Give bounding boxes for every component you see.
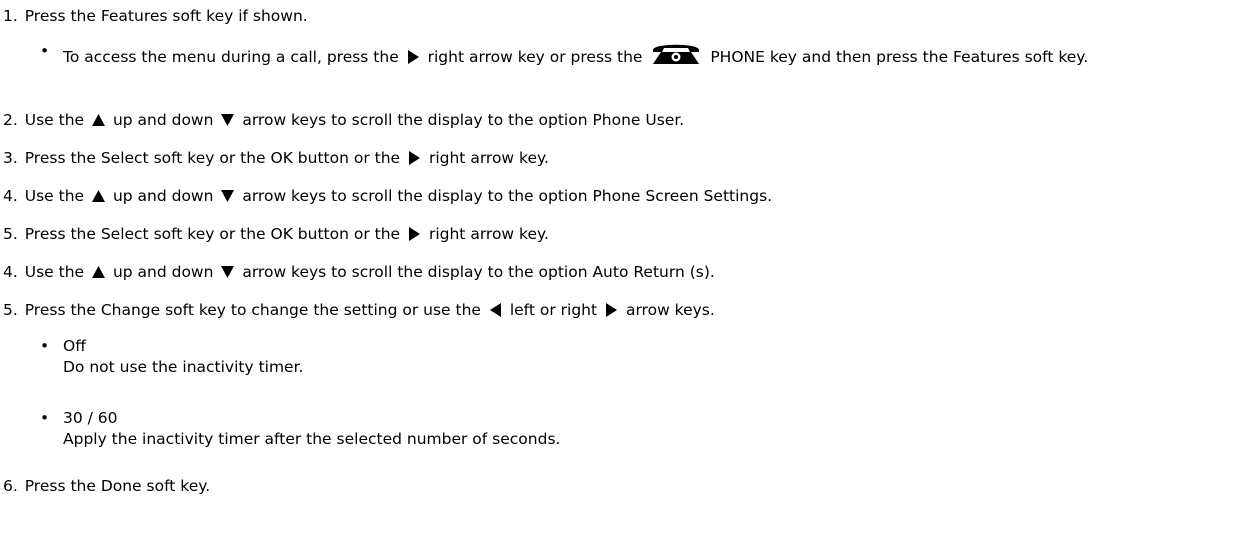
phone-key-icon [653,44,700,64]
step-number: 5. [3,301,18,319]
step-text: Press the Change soft key to change the … [24,301,481,319]
step-text: Press the Features soft key if shown. [24,7,308,25]
option-label: 30 / 60 [63,409,118,427]
step-text: Use the [24,263,85,281]
step-text: up and down [112,187,214,205]
step-number: 5. [3,225,18,243]
step-number: 3. [3,149,18,167]
step-text: arrow keys to scroll the display to the … [242,187,773,205]
step-5b: 5. Press the Change soft key to change t… [3,300,1233,320]
option-description: Do not use the inactivity timer. [63,358,304,376]
up-arrow-key-icon [92,266,105,278]
step-number: 4. [3,187,18,205]
up-arrow-key-icon [92,114,105,126]
step-number: 4. [3,263,18,281]
step-5: 5. Press the Select soft key or the OK b… [3,224,1233,244]
step-text: arrow keys. [625,301,715,319]
step-text: Press the Select soft key or the OK butt… [24,149,401,167]
step-number: 6. [3,477,18,495]
left-arrow-key-icon [489,303,501,317]
right-arrow-key-icon [409,227,421,241]
step-4b: 4. Use the up and down arrow keys to scr… [3,262,1233,282]
step-text: left or right [509,301,598,319]
right-arrow-key-icon [407,50,419,64]
bullet-dot: • [40,409,50,427]
bullet-text: To access the menu during a call, press … [63,48,399,66]
option-label: Off [63,337,86,355]
option-30-60: • 30 / 60 Apply the inactivity timer aft… [40,408,1233,450]
down-arrow-key-icon [221,190,235,202]
right-arrow-key-icon [409,151,421,165]
step-text: arrow keys to scroll the display to the … [242,111,685,129]
step-4: 4. Use the up and down arrow keys to scr… [3,186,1233,206]
step-number: 2. [3,111,18,129]
step-text: Use the [24,187,85,205]
down-arrow-key-icon [221,266,235,278]
step-text: right arrow key. [428,149,549,167]
bullet-dot: • [40,42,50,60]
right-arrow-key-icon [606,303,618,317]
bullet-text: PHONE key and then press the Features so… [710,48,1089,66]
step-text: Press the Done soft key. [24,477,211,495]
step-1: 1. Press the Features soft key if shown. [3,6,1233,26]
step-text: up and down [112,263,214,281]
step-text: Press the Select soft key or the OK butt… [24,225,401,243]
bullet-text: right arrow key or press the [427,48,643,66]
step-number: 1. [3,7,18,25]
step-text: arrow keys to scroll the display to the … [242,263,715,281]
step-text: right arrow key. [428,225,549,243]
call-bullet: • To access the menu during a call, pres… [40,41,1233,68]
up-arrow-key-icon [92,190,105,202]
step-6: 6. Press the Done soft key. [3,476,1233,496]
step-text: up and down [112,111,214,129]
step-2: 2. Use the up and down arrow keys to scr… [3,110,1233,130]
down-arrow-key-icon [221,114,235,126]
step-3: 3. Press the Select soft key or the OK b… [3,148,1233,168]
option-off: • Off Do not use the inactivity timer. [40,336,1233,378]
bullet-dot: • [40,337,50,355]
instructions-document: 1. Press the Features soft key if shown.… [0,0,1253,546]
option-description: Apply the inactivity timer after the sel… [63,430,561,448]
step-text: Use the [24,111,85,129]
